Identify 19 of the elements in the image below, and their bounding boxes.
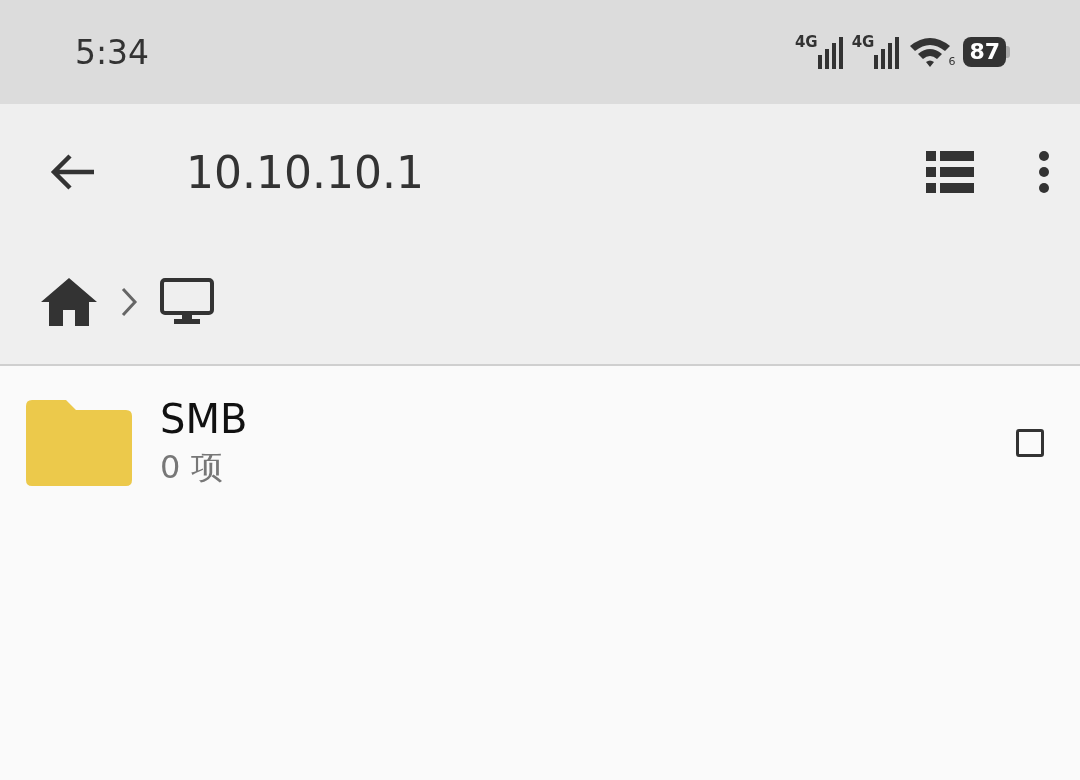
more-options-icon[interactable] — [1038, 150, 1050, 194]
signal-icon — [874, 35, 901, 69]
clock-time: 5:34 — [75, 32, 150, 72]
wifi-icon — [908, 36, 953, 68]
signal-icon — [817, 35, 844, 69]
chevron-icon — [120, 286, 138, 318]
toolbar-title: 10.10.10.1 — [186, 146, 424, 198]
folder-icon — [26, 400, 132, 486]
battery-level: 87 — [963, 37, 1006, 67]
monitor-icon[interactable] — [160, 278, 214, 326]
list-view-icon[interactable] — [926, 151, 974, 193]
back-arrow-icon[interactable] — [50, 153, 96, 191]
wifi-label: 6 — [948, 55, 956, 68]
item-count: 0 项 — [160, 447, 224, 488]
network-type-label: 4G — [794, 35, 818, 50]
home-icon[interactable] — [40, 276, 98, 328]
folder-name[interactable]: SMB — [160, 396, 1016, 442]
network-type-label: 4G — [851, 35, 875, 50]
checkbox[interactable] — [1016, 429, 1044, 457]
